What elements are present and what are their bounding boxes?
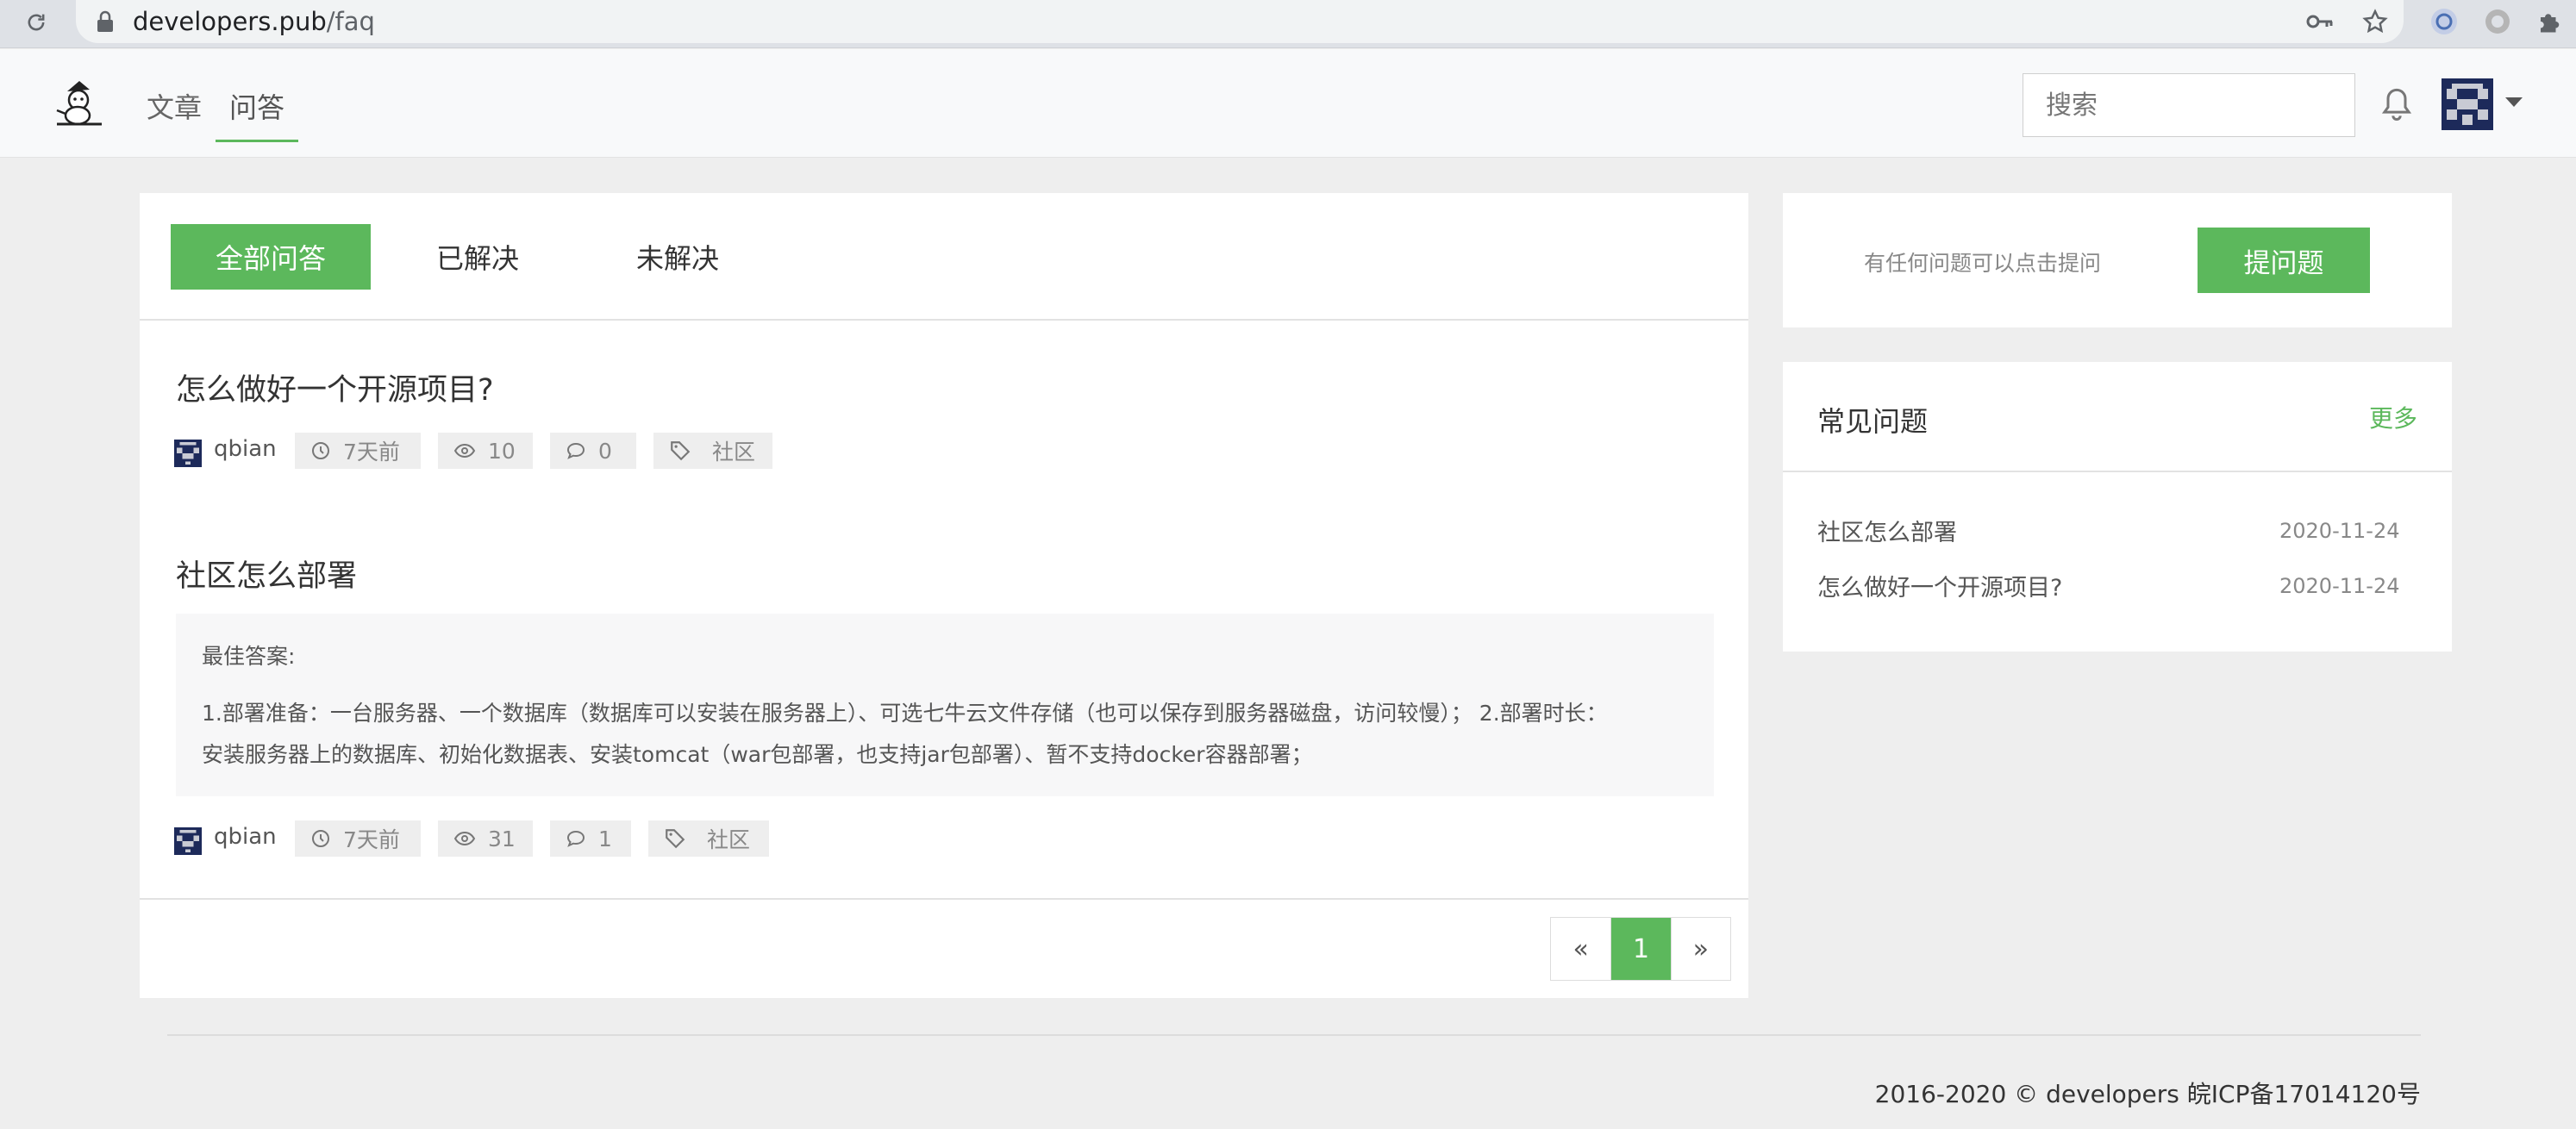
faq-more-link[interactable]: 更多: [2369, 400, 2417, 434]
pagination: « 1 »: [1550, 917, 1731, 981]
comments-count: 0: [598, 438, 612, 464]
faq-item-date: 2020-11-24: [2279, 519, 2400, 543]
divider: [140, 898, 1748, 900]
filter-tabs: 全部问答 已解决 未解决: [140, 193, 1748, 321]
faq-header: 常见问题 更多: [1783, 362, 2452, 472]
faq-panel: 常见问题 更多 社区怎么部署 2020-11-24 怎么做好一个开源项目? 20…: [1783, 362, 2452, 652]
nav-articles[interactable]: 文章: [147, 86, 202, 126]
eye-icon: [453, 443, 476, 458]
best-answer-label: 最佳答案:: [202, 644, 296, 669]
chevron-down-icon[interactable]: [2505, 97, 2523, 107]
time-text: 7天前: [343, 440, 400, 465]
comment-icon: [566, 830, 585, 847]
next-page-button[interactable]: »: [1670, 918, 1730, 980]
nav-questions[interactable]: 问答: [229, 86, 284, 126]
views-badge: 31: [438, 820, 533, 857]
best-answer-line-2: 安装服务器上的数据库、初始化数据表、安装tomcat（war包部署，也支持jar…: [202, 742, 1313, 767]
avatar[interactable]: [174, 440, 202, 467]
star-icon[interactable]: [2360, 7, 2390, 36]
time-badge: 7天前: [295, 820, 421, 857]
ask-question-panel: 有任何问题可以点击提问 提问题: [1783, 193, 2452, 327]
question-title[interactable]: 社区怎么部署: [176, 552, 357, 596]
best-answer-line-1: 1.部署准备：一台服务器、一个数据库（数据库可以安装在服务器上）、可选七牛云文件…: [202, 701, 1608, 726]
eye-icon: [453, 831, 476, 846]
tag-text: 社区: [707, 827, 751, 852]
user-avatar[interactable]: [2442, 78, 2493, 130]
bell-icon[interactable]: [2379, 85, 2414, 123]
ask-hint-text: 有任何问题可以点击提问: [1864, 251, 2102, 276]
tag-badge[interactable]: 社区: [648, 820, 769, 857]
faq-title: 常见问题: [1817, 405, 1929, 438]
question-meta: qbian 7天前 31 1 社区: [174, 820, 1036, 857]
time-text: 7天前: [343, 827, 400, 852]
site-logo[interactable]: [53, 79, 105, 128]
faq-item-link[interactable]: 怎么做好一个开源项目?: [1817, 569, 2062, 602]
tab-all[interactable]: 全部问答: [171, 224, 371, 290]
time-badge: 7天前: [295, 433, 421, 469]
clock-icon: [312, 442, 329, 459]
comments-badge: 1: [550, 820, 631, 857]
comment-icon: [566, 442, 585, 459]
comments-count: 1: [598, 826, 612, 851]
site-header: 文章 问答: [0, 49, 2576, 158]
address-bar[interactable]: developers.pub/faq: [76, 0, 2404, 43]
question-title[interactable]: 怎么做好一个开源项目?: [176, 365, 494, 409]
avatar[interactable]: [174, 827, 202, 855]
url-text: developers.pub/faq: [133, 7, 375, 36]
puzzle-icon[interactable]: [2533, 5, 2566, 38]
tag-icon: [666, 829, 685, 849]
browser-toolbar: developers.pub/faq: [0, 0, 2576, 48]
comments-badge: 0: [550, 433, 636, 469]
views-badge: 10: [438, 433, 533, 469]
key-icon[interactable]: [2305, 7, 2335, 36]
author-name[interactable]: qbian: [214, 436, 277, 462]
clock-icon: [312, 830, 329, 847]
views-count: 10: [488, 438, 516, 464]
author-name[interactable]: qbian: [214, 824, 277, 850]
views-count: 31: [488, 826, 516, 851]
extension-icon[interactable]: [2428, 5, 2460, 38]
question-list-panel: 全部问答 已解决 未解决 怎么做好一个开源项目? qbian 7天前 10 0 …: [140, 193, 1748, 998]
faq-item-link[interactable]: 社区怎么部署: [1817, 514, 1957, 547]
reload-icon[interactable]: [19, 5, 53, 40]
tag-badge[interactable]: 社区: [653, 433, 772, 469]
tab-unsolved[interactable]: 未解决: [591, 224, 764, 290]
prev-page-button[interactable]: «: [1551, 918, 1610, 980]
tab-solved[interactable]: 已解决: [391, 224, 564, 290]
extension-icon[interactable]: [2481, 5, 2514, 38]
ask-question-button[interactable]: 提问题: [2198, 228, 2370, 293]
best-answer-box: 最佳答案: 1.部署准备：一台服务器、一个数据库（数据库可以安装在服务器上）、可…: [176, 614, 1714, 796]
lock-icon: [95, 10, 116, 33]
search-input[interactable]: [2023, 73, 2355, 137]
page-button-current[interactable]: 1: [1610, 918, 1671, 980]
footer-copyright: 2016-2020 © developers 皖ICP备17014120号: [1874, 1080, 2421, 1108]
tag-icon: [671, 441, 691, 461]
tag-text: 社区: [712, 440, 756, 465]
question-meta: qbian 7天前 10 0 社区: [174, 433, 1036, 469]
footer-divider: [167, 1034, 2421, 1036]
faq-item-date: 2020-11-24: [2279, 574, 2400, 598]
nav-active-indicator: [216, 140, 298, 142]
